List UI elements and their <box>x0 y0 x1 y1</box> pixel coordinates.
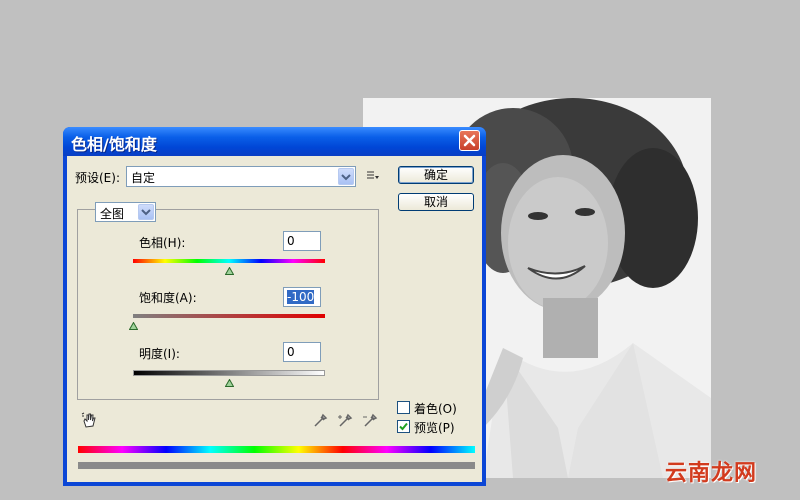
preset-label: 预设(E): <box>75 171 120 185</box>
saturation-label: 饱和度(A): <box>139 291 197 305</box>
dialog-client-area: 预设(E): 自定 确定 取消 全图 色相(H): 0 饱和度(A): -100… <box>67 156 482 482</box>
input-color-ramp <box>78 446 475 453</box>
hand-adjust-icon[interactable] <box>81 412 97 428</box>
chevron-down-icon[interactable] <box>138 204 154 220</box>
eyedropper-add-icon[interactable] <box>337 413 353 429</box>
preset-options-icon[interactable] <box>366 168 380 184</box>
saturation-value: -100 <box>287 290 315 304</box>
watermark-text: 云南龙网 <box>665 461 758 486</box>
cancel-button[interactable]: 取消 <box>398 193 474 211</box>
close-button[interactable] <box>459 130 480 151</box>
edit-range-dropdown[interactable]: 全图 <box>95 202 156 222</box>
hue-value: 0 <box>287 234 295 248</box>
preset-value: 自定 <box>131 171 156 185</box>
eyedropper-subtract-icon[interactable] <box>362 413 378 429</box>
title-bar[interactable]: 色相/饱和度 <box>63 127 486 156</box>
checkmark-icon <box>399 422 408 431</box>
edit-range-value: 全图 <box>100 207 125 221</box>
saturation-slider-track[interactable] <box>133 314 325 318</box>
saturation-slider-thumb[interactable] <box>128 319 139 330</box>
lightness-label: 明度(I): <box>139 347 180 361</box>
hue-saturation-dialog: 色相/饱和度 预设(E): 自定 确定 取消 全图 色相(H): 0 饱和度(A… <box>63 127 486 486</box>
hue-input[interactable]: 0 <box>283 231 321 251</box>
preview-checkbox[interactable] <box>397 420 410 433</box>
dialog-title: 色相/饱和度 <box>71 135 157 154</box>
preset-dropdown[interactable]: 自定 <box>126 166 356 187</box>
colorize-checkbox[interactable] <box>397 401 410 414</box>
lightness-input[interactable]: 0 <box>283 342 321 362</box>
eyedropper-icon[interactable] <box>312 413 328 429</box>
ok-button[interactable]: 确定 <box>398 166 474 184</box>
preview-label: 预览(P) <box>414 421 455 435</box>
output-color-ramp <box>78 462 475 469</box>
hue-slider-thumb[interactable] <box>224 264 235 275</box>
close-icon <box>463 134 476 147</box>
colorize-label: 着色(O) <box>414 402 457 416</box>
hue-label: 色相(H): <box>139 236 186 250</box>
hue-slider-track[interactable] <box>133 259 325 263</box>
lightness-slider-thumb[interactable] <box>224 376 235 387</box>
chevron-down-icon[interactable] <box>338 168 354 185</box>
lightness-value: 0 <box>287 345 295 359</box>
saturation-input[interactable]: -100 <box>283 287 321 307</box>
